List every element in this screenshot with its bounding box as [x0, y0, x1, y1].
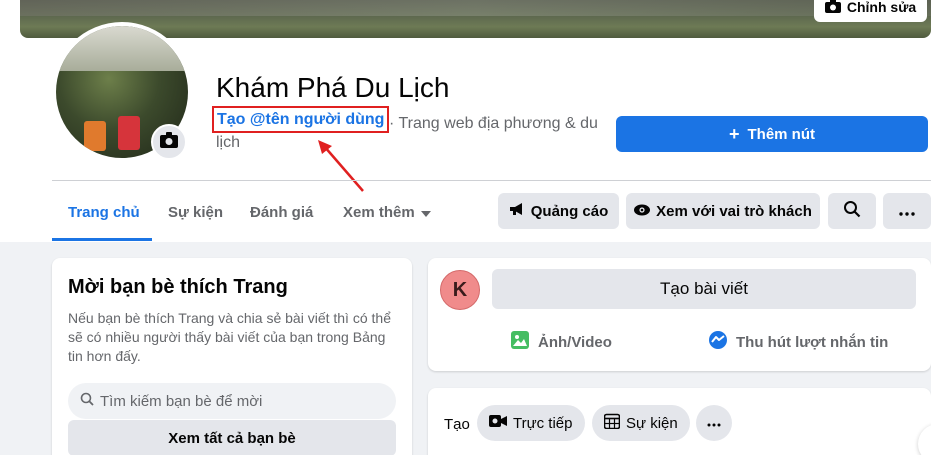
- plus-icon: +: [728, 124, 740, 144]
- avatar[interactable]: K: [440, 270, 480, 310]
- add-button[interactable]: + Thêm nút: [616, 116, 928, 152]
- ellipsis-icon: [899, 203, 915, 220]
- invite-card-title: Mời bạn bè thích Trang: [68, 276, 288, 298]
- add-button-label: Thêm nút: [747, 125, 816, 143]
- edit-cover-label: Chỉnh sửa: [846, 0, 917, 15]
- photo-icon: [510, 330, 530, 354]
- messenger-icon: [708, 330, 728, 354]
- photo-video-label: Ảnh/Video: [538, 333, 612, 351]
- ellipsis-icon: [707, 414, 721, 432]
- go-live-button[interactable]: Trực tiếp: [477, 405, 585, 441]
- calendar-icon: [603, 413, 621, 433]
- more-options-button[interactable]: [883, 193, 931, 229]
- post-composer: K Tạo bài viết Ảnh/Video Thu hút lượt nh…: [428, 258, 931, 371]
- create-label: Tạo: [444, 416, 470, 433]
- tab-events[interactable]: Sự kiện: [168, 204, 223, 221]
- ads-button[interactable]: Quảng cáo: [498, 193, 619, 229]
- create-event-label: Sự kiện: [626, 414, 678, 432]
- invite-card-description: Nếu bạn bè thích Trang và chia sẻ bài vi…: [68, 310, 391, 364]
- camera-icon: [824, 0, 841, 16]
- edit-cover-button[interactable]: Chỉnh sửa: [814, 0, 927, 22]
- create-options-bar: Tạo Trực tiếp Sự kiện: [428, 388, 931, 455]
- view-as-visitor-button[interactable]: Xem với vai trò khách: [626, 193, 820, 229]
- invite-friends-card: Mời bạn bè thích Trang Nếu bạn bè thích …: [52, 258, 412, 455]
- search-icon: [80, 392, 94, 410]
- eye-icon: [634, 203, 651, 220]
- page-title: Khám Phá Du Lịch: [216, 72, 450, 103]
- see-all-friends-button[interactable]: Xem tất cả bạn bè: [68, 420, 396, 455]
- tab-more[interactable]: Xem thêm: [343, 204, 431, 221]
- friend-search-placeholder: Tìm kiếm bạn bè để mời: [100, 392, 263, 410]
- ads-label: Quảng cáo: [530, 202, 609, 220]
- tab-reviews[interactable]: Đánh giá: [250, 204, 313, 221]
- create-post-button[interactable]: Tạo bài viết: [492, 269, 916, 309]
- create-username-link[interactable]: Tạo @tên người dùng: [212, 106, 390, 133]
- caret-down-icon: [420, 204, 431, 221]
- update-profile-picture-button[interactable]: [151, 124, 187, 160]
- view-as-label: Xem với vai trò khách: [656, 202, 812, 220]
- tab-more-label: Xem thêm: [343, 204, 415, 221]
- search-icon: [843, 200, 861, 222]
- video-camera-icon: [489, 414, 507, 432]
- create-event-button[interactable]: Sự kiện: [592, 405, 690, 441]
- camera-icon: [160, 131, 178, 153]
- header-divider: [52, 180, 931, 181]
- go-live-label: Trực tiếp: [513, 414, 573, 432]
- annotation-arrow-icon: [318, 140, 364, 192]
- active-tab-indicator: [52, 238, 152, 241]
- tab-home[interactable]: Trang chủ: [68, 204, 140, 221]
- messages-button[interactable]: Thu hút lượt nhắn tin: [708, 330, 888, 354]
- photo-video-button[interactable]: Ảnh/Video: [510, 330, 612, 354]
- messages-label: Thu hút lượt nhắn tin: [736, 333, 889, 351]
- megaphone-icon: [509, 202, 525, 220]
- friend-search-input[interactable]: Tìm kiếm bạn bè để mời: [68, 383, 396, 419]
- search-button[interactable]: [828, 193, 876, 229]
- more-create-options-button[interactable]: [696, 405, 732, 441]
